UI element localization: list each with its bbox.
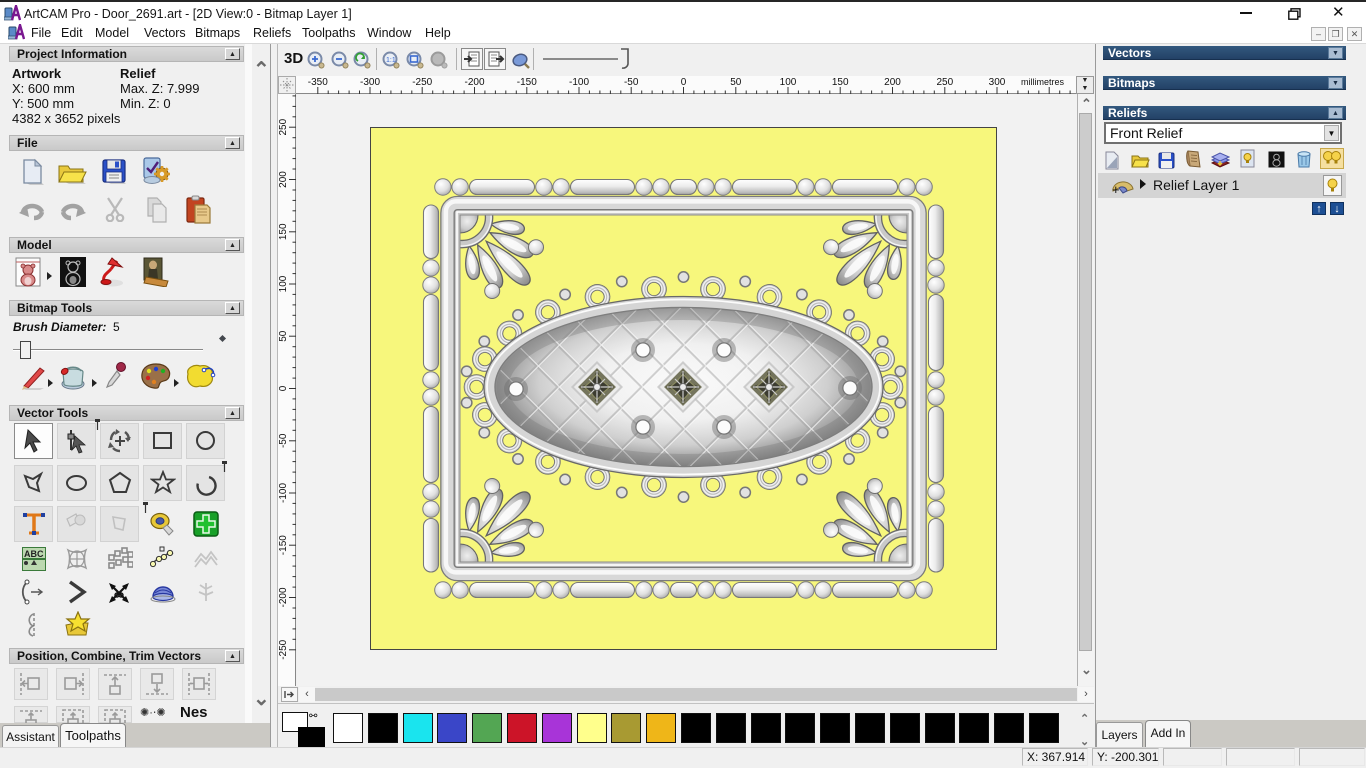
- svg-text:150: 150: [278, 223, 289, 240]
- svg-text:-250: -250: [278, 639, 289, 659]
- svg-text:ABC: ABC: [24, 549, 44, 559]
- svg-text:-50: -50: [278, 433, 289, 448]
- svg-text:100: 100: [780, 77, 797, 88]
- svg-text:50: 50: [278, 330, 289, 342]
- svg-text:-100: -100: [278, 483, 289, 503]
- svg-text:-200: -200: [464, 77, 484, 88]
- svg-text:200: 200: [884, 77, 901, 88]
- svg-text:250: 250: [278, 118, 289, 135]
- svg-text:250: 250: [936, 77, 953, 88]
- svg-text:millimetres: millimetres: [1021, 77, 1065, 87]
- svg-text:-150: -150: [278, 535, 289, 555]
- svg-text:150: 150: [832, 77, 849, 88]
- svg-text:-50: -50: [624, 77, 639, 88]
- svg-text:1:1: 1:1: [386, 57, 396, 64]
- svg-text:200: 200: [278, 171, 289, 188]
- svg-text:-250: -250: [412, 77, 432, 88]
- svg-text:-350: -350: [308, 77, 328, 88]
- svg-text:-150: -150: [517, 77, 537, 88]
- svg-text:-300: -300: [360, 77, 380, 88]
- svg-text:0: 0: [681, 77, 687, 88]
- svg-text:50: 50: [730, 77, 742, 88]
- svg-text:-200: -200: [278, 587, 289, 607]
- svg-text:100: 100: [278, 275, 289, 292]
- svg-text:0: 0: [278, 385, 289, 391]
- svg-text:300: 300: [989, 77, 1006, 88]
- svg-text:-100: -100: [569, 77, 589, 88]
